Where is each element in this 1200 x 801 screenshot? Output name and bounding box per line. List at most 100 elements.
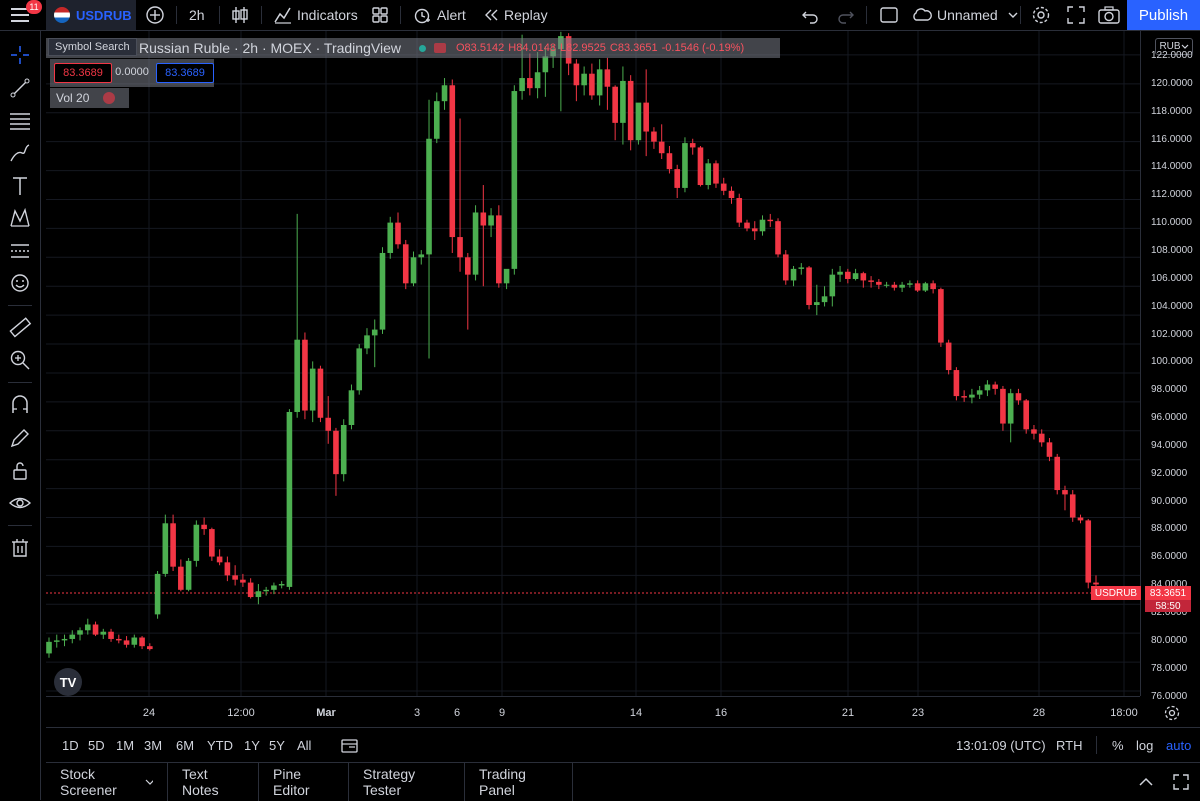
- candle-body: [77, 630, 83, 635]
- candle: [286, 409, 293, 590]
- zoom-in-icon[interactable]: [8, 348, 32, 372]
- date-range-bar: 1D 5D 1M 3M 6M YTD 1Y 5Y All 13:01:09 (UTC) RTH …: [46, 727, 1200, 762]
- auto-scale-toggle[interactable]: auto: [1166, 738, 1191, 753]
- svg-text:TV: TV: [60, 675, 77, 690]
- candle: [232, 565, 238, 586]
- eye-icon[interactable]: [8, 491, 32, 515]
- range-5y[interactable]: 5Y: [269, 738, 285, 753]
- time-axis[interactable]: 24 12:00 Mar 3 6 9 14 16 21 23 28 18:00: [46, 696, 1140, 727]
- candle: [116, 634, 122, 644]
- percent-scale-toggle[interactable]: %: [1112, 738, 1124, 753]
- candle-body: [185, 560, 192, 590]
- range-all[interactable]: All: [297, 738, 311, 753]
- candle: [364, 328, 370, 355]
- candle-body: [534, 72, 541, 89]
- candle: [720, 177, 727, 196]
- range-1y[interactable]: 1Y: [244, 738, 260, 753]
- candle-style-icon[interactable]: [230, 0, 250, 30]
- redo-icon[interactable]: [834, 0, 856, 30]
- pattern-icon[interactable]: [8, 206, 32, 230]
- crosshair-icon[interactable]: [8, 43, 32, 67]
- candle-body: [860, 273, 867, 281]
- range-5d[interactable]: 5D: [88, 738, 105, 753]
- maximize-panel-icon[interactable]: [1171, 772, 1191, 792]
- range-ytd[interactable]: YTD: [207, 738, 233, 753]
- undo-icon[interactable]: [800, 0, 822, 30]
- range-1m[interactable]: 1M: [116, 738, 134, 753]
- candle-body: [1031, 429, 1037, 434]
- horizontal-lines-icon[interactable]: [8, 108, 32, 132]
- range-3m[interactable]: 3M: [144, 738, 162, 753]
- trend-line-icon[interactable]: [8, 76, 32, 100]
- candle: [1007, 388, 1014, 443]
- symbol-search-button[interactable]: USDRUB: [46, 0, 136, 30]
- layout-name-button[interactable]: Unnamed: [910, 0, 1020, 30]
- candle: [1069, 490, 1076, 522]
- tab-strategy-tester[interactable]: Strategy Tester: [349, 763, 465, 801]
- magnet-icon[interactable]: [8, 393, 32, 417]
- candle-body: [278, 584, 285, 586]
- calendar-goto-icon[interactable]: [340, 737, 360, 755]
- text-tool-icon[interactable]: [8, 174, 32, 198]
- candle: [348, 384, 355, 430]
- utc-clock[interactable]: 13:01:09 (UTC): [956, 738, 1046, 753]
- fullscreen-icon[interactable]: [1065, 0, 1087, 30]
- compare-add-icon[interactable]: [144, 0, 166, 30]
- candle: [914, 280, 921, 292]
- lock-drawing-pencil-icon[interactable]: [8, 426, 32, 450]
- alert-button[interactable]: Alert: [412, 0, 466, 30]
- replay-button[interactable]: Replay: [482, 0, 548, 30]
- axis-settings-gear-icon[interactable]: [1162, 703, 1182, 723]
- interval-button[interactable]: 2h: [189, 0, 205, 30]
- time-tick-label: 3: [413, 707, 421, 719]
- settings-gear-icon[interactable]: [1030, 0, 1052, 30]
- ruler-icon[interactable]: [8, 315, 32, 339]
- candle: [1031, 425, 1037, 440]
- candle: [511, 85, 518, 275]
- brush-icon[interactable]: [8, 141, 32, 165]
- fullscreen-rect-icon[interactable]: [878, 0, 900, 30]
- candle: [1077, 514, 1084, 524]
- layouts-grid-icon[interactable]: [370, 0, 390, 30]
- sell-price[interactable]: 83.3689: [54, 63, 112, 83]
- log-scale-toggle[interactable]: log: [1136, 738, 1153, 753]
- candle-body: [309, 368, 316, 411]
- time-tick-label: 9: [498, 707, 506, 719]
- range-1d[interactable]: 1D: [62, 738, 79, 753]
- candle: [224, 556, 231, 582]
- time-tick-label: 12:00: [227, 707, 255, 719]
- candle-body: [131, 637, 138, 645]
- candle-body: [782, 254, 789, 281]
- camera-snapshot-icon[interactable]: [1097, 0, 1121, 30]
- candle-body: [1069, 494, 1076, 518]
- tab-pine-editor[interactable]: Pine Editor: [259, 763, 349, 801]
- candle-body: [356, 348, 363, 391]
- prediction-tool-icon[interactable]: [8, 239, 32, 263]
- candle-body: [845, 271, 851, 279]
- chevron-up-icon[interactable]: [1136, 772, 1156, 792]
- emoji-icon[interactable]: [8, 271, 32, 295]
- tab-text-notes[interactable]: Text Notes: [168, 763, 259, 801]
- candle-body: [441, 85, 448, 102]
- tab-stock-screener[interactable]: Stock Screener: [46, 763, 168, 801]
- drawing-toolbar: [0, 31, 41, 800]
- price-axis[interactable]: RUB 122.0000 120.0000 118.0000 116.0000 114.…: [1091, 31, 1200, 702]
- candle: [697, 145, 704, 187]
- lock-icon[interactable]: [8, 459, 32, 483]
- candle: [627, 75, 634, 151]
- range-6m[interactable]: 6M: [176, 738, 194, 753]
- trash-icon[interactable]: [8, 536, 32, 560]
- price-tick-label: 104.0000: [1151, 300, 1193, 312]
- tab-trading-panel[interactable]: Trading Panel: [465, 763, 573, 801]
- publish-button[interactable]: Publish: [1127, 0, 1200, 30]
- candle-body: [294, 339, 300, 412]
- candle: [488, 208, 494, 238]
- candle: [185, 558, 192, 592]
- session-toggle[interactable]: RTH: [1056, 738, 1082, 753]
- candlestick-chart[interactable]: TV: [46, 31, 1140, 696]
- candle: [891, 281, 898, 291]
- indicators-button[interactable]: Indicators: [273, 0, 358, 30]
- candle: [108, 628, 114, 642]
- price-tick-label: 106.0000: [1151, 272, 1193, 284]
- buy-price[interactable]: 83.3689: [156, 63, 214, 83]
